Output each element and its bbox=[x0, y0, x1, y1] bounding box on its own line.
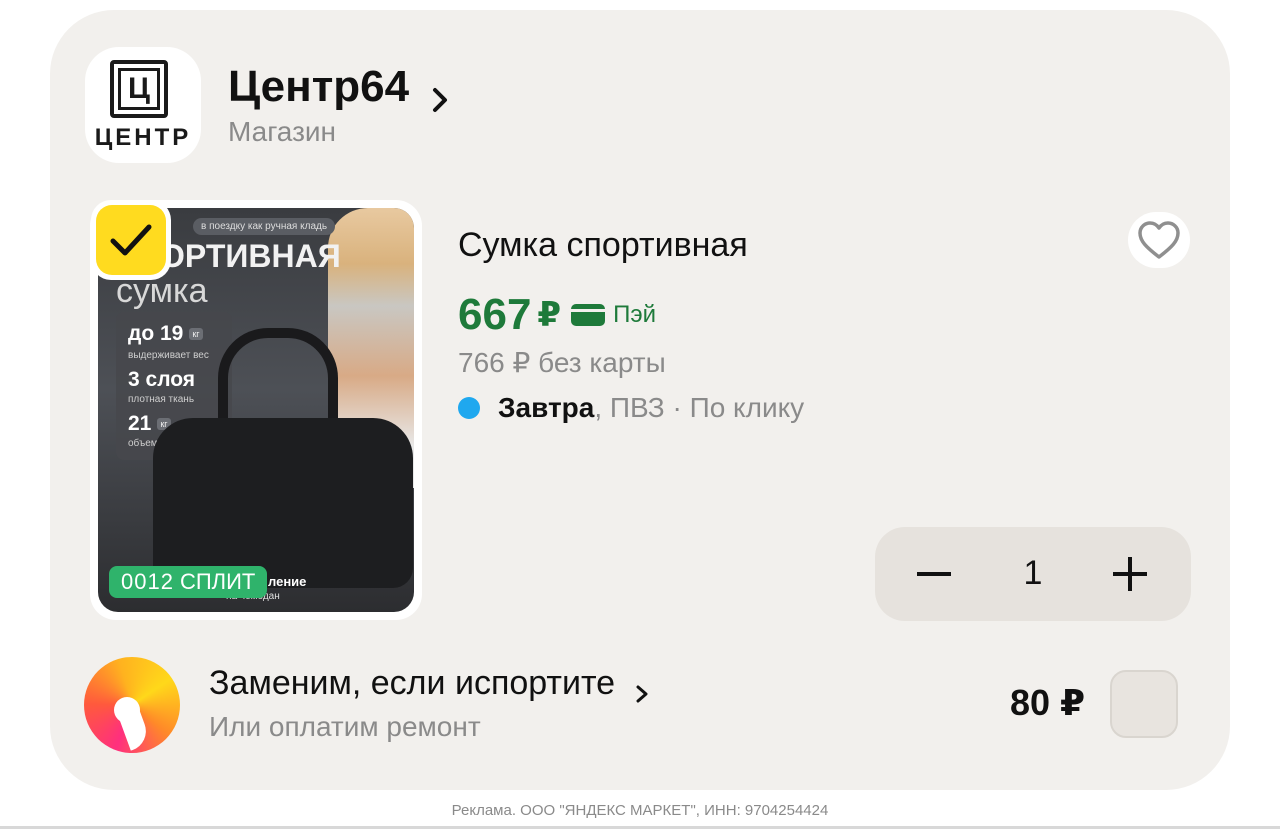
increment-button[interactable] bbox=[1111, 555, 1149, 593]
photo-title: ОРТИВНАЯ bbox=[160, 238, 341, 274]
delivery-info: Завтра , ПВЗ · По клику bbox=[458, 392, 804, 424]
bag-shape bbox=[153, 418, 413, 588]
shop-name: Центр64 bbox=[228, 62, 410, 111]
plus-icon bbox=[1113, 557, 1147, 591]
check-icon bbox=[110, 224, 152, 256]
checkbox-fill bbox=[96, 205, 166, 275]
spec-value: 3 слоя bbox=[128, 368, 196, 391]
quantity-value: 1 bbox=[1023, 554, 1043, 592]
spec-caption: плотная ткань bbox=[128, 394, 195, 405]
select-checkbox[interactable] bbox=[91, 200, 171, 280]
photo-tagline: в поездку как ручная кладь bbox=[193, 218, 336, 235]
shop-logo-text: ЦЕНТР bbox=[94, 124, 192, 151]
minus-icon bbox=[917, 572, 951, 576]
ad-disclaimer: Реклама. ООО "ЯНДЕКС МАРКЕТ", ИНН: 97042… bbox=[451, 802, 829, 819]
split-badge-label: СПЛИТ bbox=[179, 569, 256, 594]
shop-name-link[interactable]: Центр64 bbox=[228, 62, 453, 112]
shop-type: Магазин bbox=[228, 116, 337, 147]
quantity-stepper: 1 bbox=[875, 527, 1191, 621]
heart-icon bbox=[1138, 221, 1180, 259]
spec-value: до 19 кг bbox=[128, 322, 203, 346]
warranty-title: Заменим, если испортите bbox=[209, 664, 616, 702]
spec-caption: выдерживает вес bbox=[128, 350, 209, 361]
card-icon bbox=[571, 304, 606, 326]
price-value: 667 bbox=[458, 290, 532, 339]
shop-logo[interactable]: Ц ЦЕНТР bbox=[85, 47, 201, 163]
warranty-checkbox[interactable] bbox=[1110, 670, 1178, 738]
warranty-subtitle: Или оплатим ремонт bbox=[209, 711, 481, 742]
delivery-when: Завтра bbox=[498, 392, 595, 423]
delivery-details: , ПВЗ · По клику bbox=[594, 392, 805, 423]
warranty-link[interactable]: Заменим, если испортите bbox=[209, 664, 651, 703]
yandex-warranty-logo bbox=[84, 657, 180, 753]
chevron-right-icon bbox=[633, 674, 651, 702]
chevron-right-icon bbox=[427, 74, 453, 112]
warranty-price: 80 ₽ bbox=[1010, 682, 1086, 723]
pay-label: Пэй bbox=[613, 301, 656, 328]
divider bbox=[0, 826, 1280, 829]
split-badge: 0012 СПЛИТ bbox=[109, 566, 268, 598]
price-row: 667 ₽ Пэй bbox=[458, 290, 656, 340]
logo-blob bbox=[114, 697, 140, 723]
favorite-button[interactable] bbox=[1128, 212, 1190, 268]
price-currency: ₽ bbox=[537, 296, 562, 334]
delivery-dot bbox=[458, 397, 480, 419]
split-badge-prefix: 0012 bbox=[121, 569, 174, 594]
product-title[interactable]: Сумка спортивная bbox=[458, 226, 748, 265]
photo-feature-bold: ление bbox=[268, 574, 307, 589]
price-without-card: 766 ₽ без карты bbox=[458, 347, 666, 378]
shop-logo-letter: Ц bbox=[118, 68, 160, 110]
decrement-button[interactable] bbox=[915, 557, 953, 591]
shop-logo-mark: Ц bbox=[110, 60, 168, 118]
